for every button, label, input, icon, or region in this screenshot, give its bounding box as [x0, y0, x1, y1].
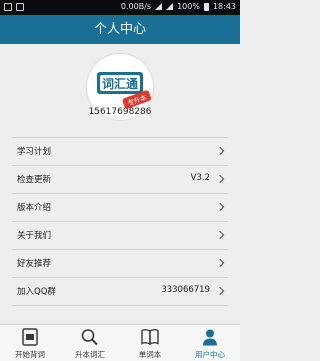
- tab-start-memorizing[interactable]: 开始背词: [0, 325, 60, 361]
- notification-icons: [4, 3, 24, 11]
- user-icon: [203, 329, 217, 346]
- chevron-right-icon: [215, 230, 225, 240]
- menu-item-label: 关于我们: [17, 231, 52, 241]
- tab-user-center[interactable]: 用户中心: [180, 325, 240, 361]
- tab-label: 用户中心: [195, 350, 225, 359]
- book-icon: [141, 329, 159, 346]
- flashcard-icon: [22, 328, 38, 346]
- menu-item-label: 版本介绍: [17, 203, 52, 213]
- user-phone-number: 15617698286: [88, 107, 152, 117]
- signal-icon: [166, 3, 174, 10]
- menu-list: 学习计划 检查更新 V3.2 版本介绍 关于我们 好友推荐 加入QQ群 3330…: [0, 137, 240, 306]
- magnifier-icon: [81, 329, 98, 346]
- clock: 18:43: [212, 2, 236, 11]
- usb-icon: [4, 3, 12, 11]
- tab-label: 升本词汇: [75, 350, 105, 359]
- tab-label: 单词本: [138, 350, 162, 359]
- profile-section: 词汇通 专升本 15617698286: [0, 44, 240, 129]
- battery-icon: [203, 2, 209, 11]
- chevron-right-icon: [215, 258, 225, 268]
- page-title: 个人中心: [0, 15, 240, 44]
- menu-item-label: 学习计划: [17, 147, 52, 157]
- tab-vocabulary[interactable]: 升本词汇: [60, 325, 120, 361]
- tab-word-book[interactable]: 单词本: [120, 325, 180, 361]
- menu-item-label: 加入QQ群: [17, 287, 56, 297]
- qq-group-number: 333066719: [161, 285, 210, 295]
- menu-item-version-intro[interactable]: 版本介绍: [12, 193, 228, 221]
- menu-item-label: 好友推荐: [17, 259, 52, 269]
- menu-item-study-plan[interactable]: 学习计划: [12, 137, 228, 165]
- signal-icon: [155, 3, 163, 10]
- menu-item-join-qq-group[interactable]: 加入QQ群 333066719: [12, 277, 228, 306]
- chevron-right-icon: [215, 146, 225, 156]
- image-icon: [16, 3, 24, 11]
- menu-item-about-us[interactable]: 关于我们: [12, 221, 228, 249]
- menu-item-recommend-friends[interactable]: 好友推荐: [12, 249, 228, 277]
- menu-item-check-update[interactable]: 检查更新 V3.2: [12, 165, 228, 193]
- version-value: V3.2: [190, 173, 210, 183]
- logo-text: 词汇通: [102, 76, 138, 91]
- chevron-right-icon: [215, 174, 225, 184]
- chevron-right-icon: [215, 202, 225, 212]
- network-speed: 0.00B/s: [120, 2, 152, 11]
- menu-item-label: 检查更新: [17, 175, 52, 185]
- bottom-tab-bar: 开始背词 升本词汇 单词本 用户中心: [0, 324, 240, 361]
- battery-percent: 100%: [177, 2, 200, 11]
- tab-label: 开始背词: [15, 350, 45, 359]
- status-bar: 0.00B/s 100% 18:43: [0, 0, 240, 15]
- chevron-right-icon: [215, 286, 225, 296]
